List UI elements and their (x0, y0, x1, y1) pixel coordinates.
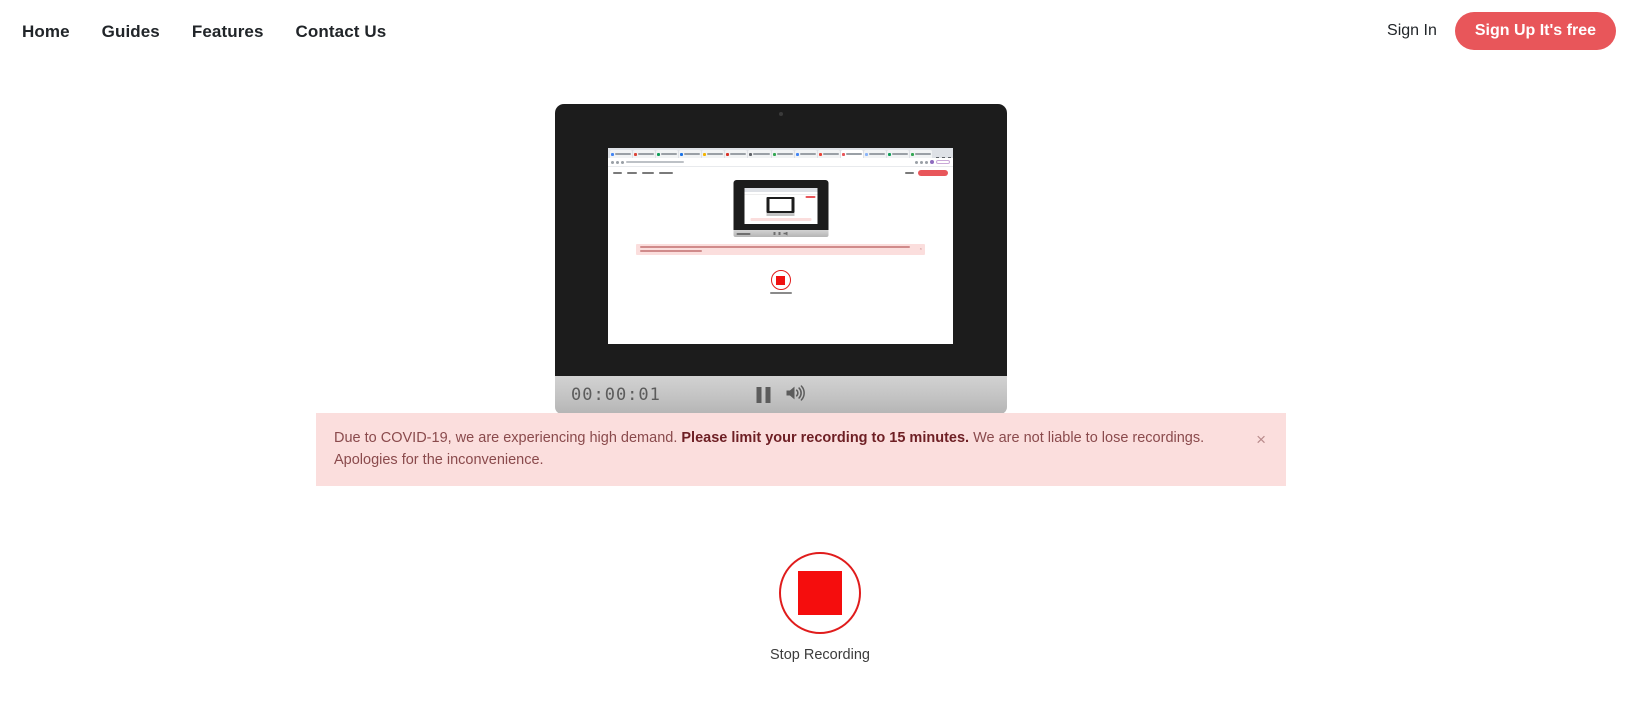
alert-banner: × (636, 244, 925, 255)
volume-up-icon[interactable] (785, 384, 806, 407)
recorded-page-level-2 (744, 188, 817, 224)
browser-tab-strip (608, 148, 953, 158)
browser-tab (863, 150, 886, 158)
browser-tab (794, 150, 817, 158)
stop-square-icon (798, 571, 842, 615)
player-controls (756, 384, 806, 407)
sign-in-link[interactable]: Sign In (1387, 22, 1437, 40)
alert-banner (750, 218, 811, 221)
nav-item-guides[interactable]: Guides (86, 23, 176, 40)
nested-monitor-base (733, 230, 828, 237)
recording-preview-monitor: × 00:00:01 (555, 104, 1007, 414)
browser-tab (748, 150, 771, 158)
sign-in-link (905, 171, 914, 174)
sign-up-button[interactable]: Sign Up It's free (1454, 12, 1616, 50)
alert-text-before: Due to COVID-19, we are experiencing hig… (334, 430, 682, 446)
stop-square-icon (776, 275, 785, 285)
primary-navigation: Home Guides Features Contact Us (22, 23, 402, 40)
pause-icon (778, 232, 781, 235)
browser-tab-active (840, 150, 863, 158)
stop-recording-button (769, 270, 792, 294)
covid-alert-banner: Due to COVID-19, we are experiencing hig… (316, 413, 1286, 486)
close-icon[interactable]: × (1252, 429, 1270, 450)
recording-timer (736, 232, 750, 235)
stop-recording-ring[interactable] (779, 552, 861, 634)
nested-preview-monitor (766, 197, 795, 216)
pause-icon (773, 232, 776, 235)
stop-recording-label (769, 292, 792, 294)
recording-timer: 00:00:01 (571, 384, 661, 405)
page-root: Home Guides Features Contact Us Sign In … (0, 0, 1640, 718)
stop-recording-label: Stop Recording (770, 647, 870, 663)
browser-tab (771, 150, 794, 158)
nested-preview-monitor (733, 180, 828, 237)
stop-recording-ring (770, 270, 791, 290)
browser-address-bar (608, 158, 953, 167)
account-actions: Sign In Sign Up It's free (1387, 12, 1616, 50)
window-controls (933, 157, 952, 158)
back-icon (611, 160, 614, 164)
site-header: Home Guides Features Contact Us Sign In … (0, 0, 1640, 62)
nav-item-features[interactable]: Features (176, 23, 280, 40)
browser-toolbar-icons (915, 160, 950, 164)
nested-monitor-bezel (733, 180, 828, 230)
browser-tab (656, 150, 679, 158)
nav-item-contact-us (659, 171, 673, 174)
browser-tab (910, 150, 933, 158)
forward-icon (616, 160, 619, 164)
recorded-page-level-1: × (608, 148, 953, 344)
sign-up-button (805, 196, 815, 198)
monitor-screen: × (608, 148, 953, 344)
browser-tab (610, 150, 633, 158)
nested-monitor-bezel (766, 197, 795, 213)
nested-monitor-base (766, 213, 795, 216)
browser-tab (886, 150, 910, 158)
nav-item-features (642, 171, 654, 174)
player-controls (773, 231, 788, 236)
alert-message: Due to COVID-19, we are experiencing hig… (334, 430, 1204, 468)
profile-pill (936, 160, 950, 164)
url-text (626, 161, 684, 163)
browser-tab (633, 150, 656, 158)
pause-icon[interactable] (756, 387, 771, 403)
avatar (930, 160, 934, 164)
browser-tab (725, 150, 748, 158)
close-icon: × (919, 246, 922, 251)
reload-icon (621, 160, 624, 164)
nav-item-home (613, 171, 622, 174)
nav-item-contact-us[interactable]: Contact Us (280, 23, 403, 40)
volume-up-icon (783, 231, 788, 236)
browser-tab (817, 150, 840, 158)
nested-monitor-screen (769, 199, 792, 211)
sign-up-button (918, 169, 948, 176)
nested-monitor-screen (744, 188, 817, 224)
stop-recording-button[interactable]: Stop Recording (720, 552, 920, 663)
nav-item-home[interactable]: Home (22, 23, 86, 40)
webcam-dot-icon (779, 112, 783, 116)
monitor-base-controls: 00:00:01 (555, 376, 1007, 414)
nav-item-guides (627, 171, 637, 174)
browser-tab (679, 150, 702, 158)
recorded-site-nav (608, 167, 953, 178)
monitor-bezel: × (555, 104, 1007, 376)
alert-text-bold: Please limit your recording to 15 minute… (681, 430, 970, 446)
browser-tab (702, 150, 725, 158)
